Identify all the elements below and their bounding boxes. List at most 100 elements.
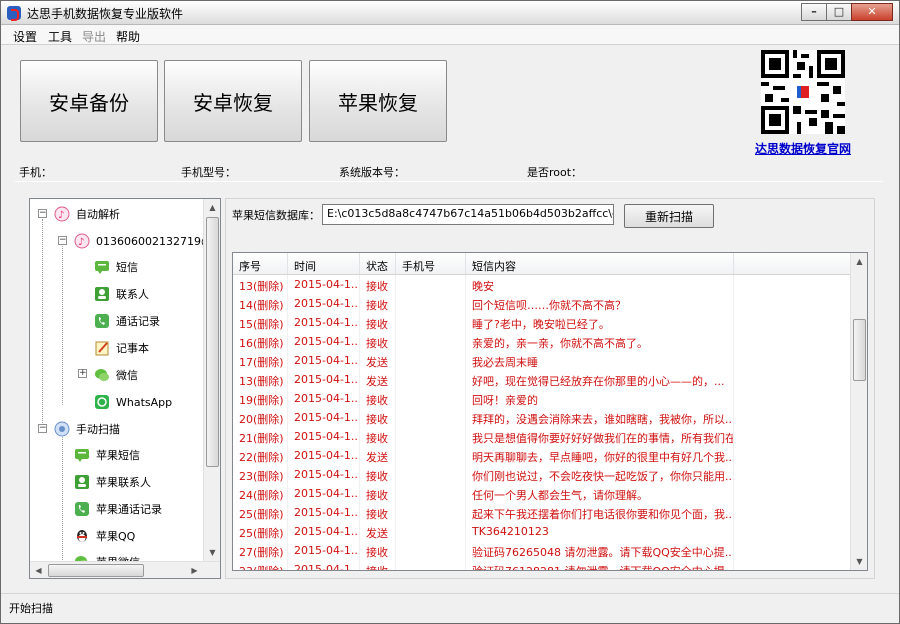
cell-index: 23(删除): [233, 560, 288, 570]
scroll-down-icon[interactable]: ▼: [851, 553, 867, 570]
close-icon: ✕: [867, 5, 877, 18]
tree-item-contacts[interactable]: 联系人: [94, 284, 149, 304]
menu-settings[interactable]: 设置: [13, 28, 37, 45]
cell-time: 2015-04-1...: [288, 294, 360, 313]
cell-status: 接收: [360, 332, 396, 351]
tree-label: 短信: [116, 261, 138, 274]
cell-index: 24(删除): [233, 484, 288, 503]
col-header-index[interactable]: 序号: [233, 253, 288, 274]
tree-item-apple-contacts[interactable]: 苹果联系人: [74, 472, 151, 492]
col-header-phone[interactable]: 手机号: [396, 253, 466, 274]
rescan-button[interactable]: 重新扫描: [624, 204, 714, 228]
cell-content: 起来下午我还摆着你们打电话很你要和你见个面，我...: [466, 503, 734, 522]
table-row[interactable]: 22(删除) 2015-04-1... 发送 明天再聊聊去，早点睡吧，你好的很里中有好…: [233, 446, 853, 465]
root-label: 是否root：: [527, 166, 583, 179]
android-backup-button[interactable]: 安卓备份: [20, 60, 158, 142]
category-tree[interactable]: − ♪ 自动解析 − ♪ 013606002132719@2 短信 联系人 通话…: [29, 198, 221, 579]
table-row[interactable]: 21(删除) 2015-04-1... 接收 我只是想值得你要好好好做我们在的事情，所…: [233, 427, 853, 446]
tree-item-notepad[interactable]: 记事本: [94, 338, 149, 358]
minimize-button[interactable]: –: [801, 3, 827, 21]
whatsapp-icon: [94, 394, 110, 410]
tree-item-sms[interactable]: 短信: [94, 257, 138, 277]
table-row[interactable]: 14(删除) 2015-04-1... 接收 回个短信呗……你就不高不高？: [233, 294, 853, 313]
table-row[interactable]: 24(删除) 2015-04-1... 接收 任何一个男人都会生气，请你理解。: [233, 484, 853, 503]
tree-label: 手动扫描: [76, 423, 120, 436]
scroll-thumb[interactable]: [206, 217, 219, 467]
notepad-icon: [94, 340, 110, 356]
maximize-button[interactable]: □: [826, 3, 852, 21]
table-row[interactable]: 20(删除) 2015-04-1... 接收 拜拜的，没遇会消除来去，谁如瞎瞎，我被你…: [233, 408, 853, 427]
message-icon: [74, 447, 90, 463]
table-vertical-scrollbar[interactable]: ▲ ▼: [850, 253, 867, 570]
cell-phone: [396, 389, 466, 408]
table-row[interactable]: 25(删除) 2015-04-1... 发送 TK364210123: [233, 522, 853, 541]
phone-icon: [94, 313, 110, 329]
app-logo-icon: [7, 6, 21, 21]
tree-item-wechat[interactable]: 微信: [94, 365, 138, 385]
title-bar[interactable]: 达思手机数据恢复专业版软件 – □ ✕: [1, 1, 899, 25]
col-header-time[interactable]: 时间: [288, 253, 360, 274]
cell-status: 接收: [360, 275, 396, 294]
cell-time: 2015-04-1...: [288, 541, 360, 560]
qq-penguin-icon: [74, 528, 90, 544]
expander-device[interactable]: −: [58, 236, 67, 245]
expander-auto-parse[interactable]: −: [38, 209, 47, 218]
scroll-thumb[interactable]: [48, 564, 144, 577]
minimize-icon: –: [811, 5, 817, 18]
db-path-field[interactable]: E:\c013c5d8a8c4747b67c14a51b06b4d503b2af…: [322, 204, 614, 225]
cell-phone: [396, 294, 466, 313]
expander-wechat[interactable]: +: [78, 369, 87, 378]
scroll-up-icon[interactable]: ▲: [204, 199, 220, 216]
menu-export[interactable]: 导出: [82, 28, 106, 45]
table-row[interactable]: 23(删除) 2015-04-1... 接收 你们刚也说过，不会吃夜快一起吃饭了，你你…: [233, 465, 853, 484]
sms-table[interactable]: 序号 时间 状态 手机号 短信内容 13(删除) 2015-04-1... 接收 晚安…: [232, 252, 868, 571]
tree-label: WhatsApp: [116, 395, 173, 409]
tree-item-apple-sms[interactable]: 苹果短信: [74, 445, 140, 465]
tree-item-device[interactable]: ♪ 013606002132719@2: [74, 231, 219, 251]
cell-content: 我只是想值得你要好好好做我们在的事情，所有我们在...: [466, 427, 734, 446]
scroll-left-icon[interactable]: ◀: [30, 562, 47, 578]
tree-item-manual-scan[interactable]: 手动扫描: [54, 419, 120, 439]
scroll-up-icon[interactable]: ▲: [851, 253, 867, 270]
table-row[interactable]: 16(删除) 2015-04-1... 接收 亲爱的，亲一亲，你就不高不高了。: [233, 332, 853, 351]
tree-line: [62, 243, 63, 405]
table-row[interactable]: 15(删除) 2015-04-1... 接收 睡了?老中，晚安啦已经了。: [233, 313, 853, 332]
divider: [15, 181, 883, 182]
android-restore-button[interactable]: 安卓恢复: [164, 60, 302, 142]
apple-restore-button[interactable]: 苹果恢复: [309, 60, 447, 142]
expander-manual-scan[interactable]: −: [38, 424, 47, 433]
tree-item-call-log[interactable]: 通话记录: [94, 311, 160, 331]
table-row[interactable]: 25(删除) 2015-04-1... 接收 起来下午我还摆着你们打电话很你要和你见个…: [233, 503, 853, 522]
cell-phone: [396, 522, 466, 541]
tree-item-whatsapp[interactable]: WhatsApp: [94, 392, 172, 412]
scroll-right-icon[interactable]: ▶: [186, 562, 203, 578]
phone-label: 手机：: [19, 166, 52, 179]
cell-status: 接收: [360, 408, 396, 427]
menu-tools[interactable]: 工具: [48, 28, 72, 45]
col-header-status[interactable]: 状态: [360, 253, 396, 274]
col-header-content[interactable]: 短信内容: [466, 253, 734, 274]
tree-item-apple-call-log[interactable]: 苹果通话记录: [74, 499, 162, 519]
table-row[interactable]: 23(删除)2015-04-1...接收 验证码76128281 请勿泄露。请下载…: [233, 560, 853, 570]
tree-item-auto-parse[interactable]: ♪ 自动解析: [54, 204, 120, 224]
cell-time: 2015-04-1...: [288, 446, 360, 465]
table-row[interactable]: 13(删除) 2015-04-1... 接收 晚安: [233, 275, 853, 294]
cell-time: 2015-04-1...: [288, 427, 360, 446]
official-site-link[interactable]: 达思数据恢复官网: [755, 140, 851, 157]
scroll-thumb[interactable]: [853, 319, 866, 381]
table-row[interactable]: 17(删除) 2015-04-1... 发送 我必去周末睡: [233, 351, 853, 370]
table-row[interactable]: 13(删除) 2015-04-1... 发送 好吧，现在觉得已经放弃在你那里的小心——…: [233, 370, 853, 389]
table-row[interactable]: 19(删除) 2015-04-1... 接收 回呀！亲爱的: [233, 389, 853, 408]
cell-phone: [396, 351, 466, 370]
close-button[interactable]: ✕: [851, 3, 893, 21]
scroll-down-icon[interactable]: ▼: [204, 544, 220, 561]
tree-vertical-scrollbar[interactable]: ▲ ▼: [203, 199, 220, 561]
svg-text:♪: ♪: [58, 210, 64, 221]
table-row[interactable]: 27(删除) 2015-04-1... 接收 验证码76265048 请勿泄露。请下载…: [233, 541, 853, 560]
tree-item-apple-qq[interactable]: 苹果QQ: [74, 526, 135, 546]
cell-content: 回呀！亲爱的: [466, 389, 734, 408]
cell-index: 13(删除): [233, 275, 288, 294]
menu-help[interactable]: 帮助: [116, 28, 140, 45]
scan-icon: [54, 421, 70, 437]
tree-horizontal-scrollbar[interactable]: ◀ ▶: [30, 561, 220, 578]
